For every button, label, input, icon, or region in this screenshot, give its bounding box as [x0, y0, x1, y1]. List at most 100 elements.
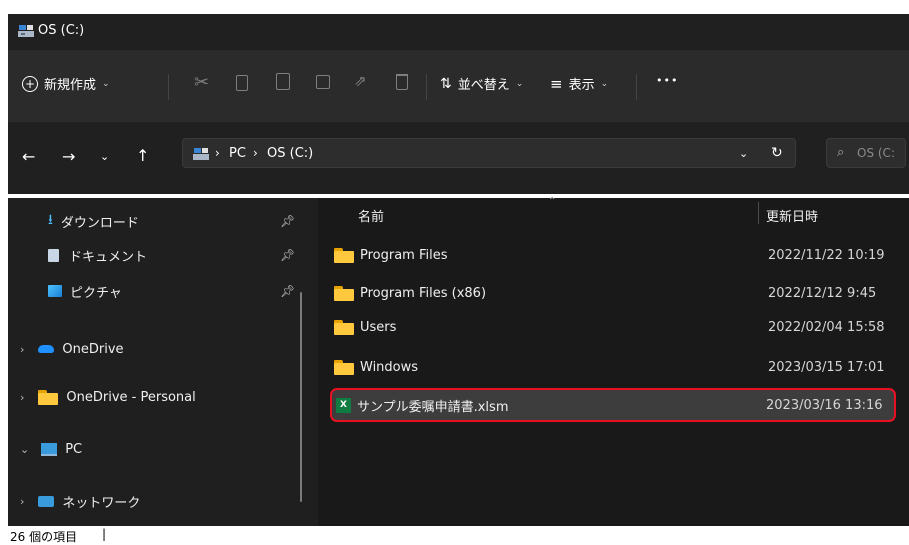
up-arrow-icon[interactable]: ↑: [136, 146, 149, 165]
cut-icon[interactable]: ✂: [194, 72, 209, 93]
file-row-windows[interactable]: Windows 2023/03/15 17:01: [334, 352, 894, 382]
monitor-icon: [41, 442, 58, 456]
folder-icon: [334, 319, 354, 335]
nav-scrollbar[interactable]: [300, 292, 302, 502]
file-name: Program Files (x86): [360, 285, 487, 301]
file-row-program-files[interactable]: Program Files 2022/11/22 10:19: [334, 240, 894, 270]
sort-button-label: 並べ替え: [457, 78, 510, 93]
plus-circle-icon: +: [22, 75, 38, 92]
nav-item-label: PC: [65, 441, 83, 457]
drive-icon: [193, 146, 209, 160]
file-date: 2022/02/04 15:58: [768, 319, 885, 335]
pin-icon[interactable]: 📌︎: [280, 284, 295, 298]
command-bar: + 新規作成 ⌄ ✂ ⇗ ⇅ 並べ替え ⌄ ≡ 表示 ⌄ •••: [8, 50, 909, 122]
toolbar-divider: [168, 74, 169, 100]
toolbar-divider: [636, 74, 637, 100]
folder-icon: [334, 359, 354, 375]
chevron-down-icon: ⌄: [515, 78, 524, 89]
forward-arrow-icon[interactable]: →: [62, 147, 75, 166]
file-list-pane: 名前 ⌃ 更新日時 Program Files 2022/11/22 10:19…: [318, 196, 909, 528]
nav-item-network[interactable]: › ネットワーク: [20, 488, 290, 514]
chevron-down-icon: ⌄: [102, 78, 110, 89]
top-strip: [0, 0, 909, 14]
file-date: 2023/03/15 17:01: [768, 359, 885, 375]
rename-icon[interactable]: [316, 75, 330, 89]
nav-item-pc[interactable]: ⌄ PC: [20, 436, 290, 462]
window-title: OS (C:): [38, 23, 85, 38]
file-name: Users: [360, 319, 397, 335]
breadcrumb-separator-icon: ›: [215, 146, 220, 160]
search-placeholder: OS (C:: [857, 146, 895, 160]
view-button[interactable]: ≡ 表示 ⌄: [550, 74, 609, 94]
collapse-chevron-icon: ⌄: [20, 442, 30, 456]
view-button-label: 表示: [568, 78, 595, 93]
share-icon[interactable]: ⇗: [354, 72, 367, 90]
file-row-sample-xlsm[interactable]: X サンプル委嘱申請書.xlsm 2023/03/16 13:16: [330, 388, 896, 422]
drive-icon: [18, 23, 34, 37]
address-history-chevron-icon[interactable]: ⌄: [739, 147, 748, 160]
folder-icon: [334, 285, 354, 301]
file-explorer-window: OS (C:) + 新規作成 ⌄ ✂ ⇗ ⇅ 並べ替え ⌄ ≡ 表示 ⌄ •••…: [8, 14, 909, 545]
nav-item-label: ネットワーク: [62, 495, 141, 511]
recent-locations-chevron-icon[interactable]: ⌄: [100, 150, 109, 163]
nav-item-onedrive[interactable]: › OneDrive: [20, 336, 290, 362]
nav-item-documents[interactable]: ドキュメント 📌︎: [48, 242, 318, 268]
nav-item-label: OneDrive - Personal: [66, 389, 196, 405]
nav-item-pictures[interactable]: ピクチャ 📌︎: [48, 278, 318, 304]
paste-icon[interactable]: [276, 73, 290, 90]
cloud-icon: [38, 345, 55, 353]
chevron-down-icon: ⌄: [600, 78, 609, 89]
pictures-icon: [48, 285, 62, 297]
excel-file-icon: X: [336, 397, 351, 413]
view-list-icon: ≡: [550, 74, 563, 93]
nav-item-label: OneDrive: [62, 341, 124, 357]
status-separator: |: [102, 527, 107, 541]
file-name: サンプル委嘱申請書.xlsm: [357, 399, 509, 415]
title-bar: OS (C:): [8, 14, 909, 50]
breadcrumb-os-c[interactable]: OS (C:): [267, 146, 313, 161]
search-icon: ⌕: [837, 145, 845, 160]
back-arrow-icon[interactable]: ←: [22, 147, 35, 166]
document-icon: [48, 248, 59, 262]
status-bar: 26 個の項目 |: [8, 526, 909, 545]
column-header-date[interactable]: 更新日時: [766, 206, 818, 225]
sort-icon: ⇅: [440, 75, 452, 92]
address-bar[interactable]: › PC › OS (C:) ⌄ ↻: [182, 138, 796, 168]
expand-chevron-icon: ›: [20, 342, 25, 356]
new-button-label: 新規作成: [44, 78, 97, 93]
item-count: 26 個の項目: [10, 530, 78, 544]
file-row-users[interactable]: Users 2022/02/04 15:58: [334, 312, 894, 342]
toolbar-divider: [426, 74, 427, 100]
file-row-program-files-x86[interactable]: Program Files (x86) 2022/12/12 9:45: [334, 278, 894, 308]
refresh-icon[interactable]: ↻: [771, 145, 783, 161]
file-name: Program Files: [360, 247, 448, 263]
delete-icon[interactable]: [396, 74, 408, 90]
folder-icon: [38, 389, 59, 405]
nav-item-label: ダウンロード: [60, 215, 139, 231]
expand-chevron-icon: ›: [20, 390, 25, 404]
download-icon: ⭳: [48, 212, 53, 228]
more-options-icon[interactable]: •••: [656, 74, 678, 87]
nav-item-label: ドキュメント: [69, 249, 148, 265]
file-date: 2022/12/12 9:45: [768, 285, 877, 301]
nav-item-downloads[interactable]: ⭳ ダウンロード 📌︎: [48, 208, 318, 234]
pin-icon[interactable]: 📌︎: [280, 214, 295, 228]
search-box[interactable]: ⌕ OS (C:: [826, 138, 906, 168]
network-icon: [38, 495, 55, 507]
nav-item-label: ピクチャ: [70, 285, 122, 301]
file-name: Windows: [360, 359, 419, 375]
breadcrumb-separator-icon: ›: [253, 146, 258, 160]
new-button[interactable]: + 新規作成 ⌄: [22, 74, 110, 93]
file-date: 2023/03/16 13:16: [766, 397, 883, 413]
folder-icon: [334, 247, 354, 263]
pin-icon[interactable]: 📌︎: [280, 248, 295, 262]
navigation-pane: ⭳ ダウンロード 📌︎ ドキュメント 📌︎ ピクチャ 📌︎ › OneDrive…: [8, 198, 318, 528]
breadcrumb-pc[interactable]: PC: [229, 146, 246, 161]
column-header-name[interactable]: 名前: [358, 206, 384, 225]
expand-chevron-icon: ›: [20, 494, 25, 508]
nav-item-onedrive-personal[interactable]: › OneDrive - Personal: [20, 384, 290, 410]
column-divider[interactable]: [758, 202, 759, 224]
copy-icon[interactable]: [236, 75, 248, 91]
sort-button[interactable]: ⇅ 並べ替え ⌄: [440, 74, 524, 94]
file-date: 2022/11/22 10:19: [768, 247, 885, 263]
